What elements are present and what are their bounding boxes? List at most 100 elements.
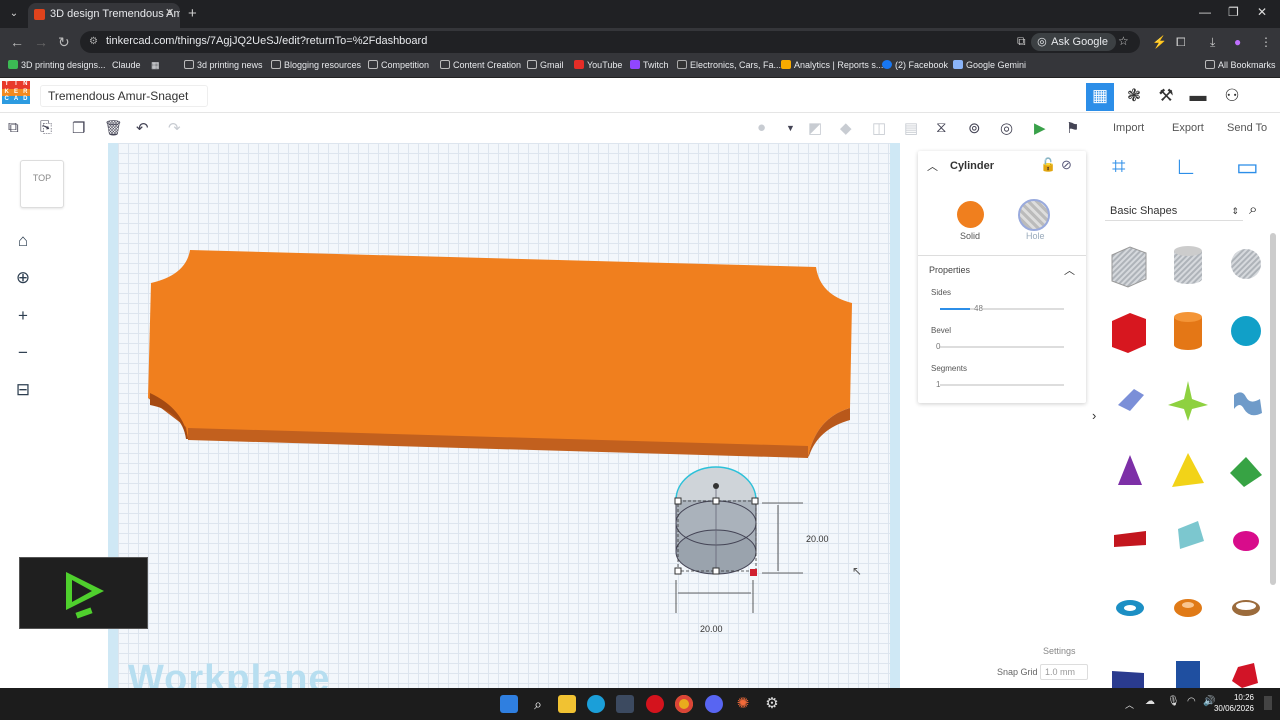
opera-icon[interactable] — [646, 695, 664, 713]
library-scrollbar[interactable] — [1270, 233, 1276, 585]
bookmark-content-creation[interactable]: Content Creation — [440, 60, 521, 70]
bookmark-twitch[interactable]: Twitch — [630, 60, 669, 70]
bookmark-blogging-resources[interactable]: Blogging resources — [271, 60, 361, 70]
address-bar[interactable]: ⚙ tinkercad.com/things/7AgjJQ2UeSJ/edit?… — [80, 31, 1140, 53]
sides-slider[interactable] — [940, 308, 1064, 310]
workplane-tool-icon[interactable]: ▶ — [1034, 119, 1046, 137]
snap-grid-select[interactable]: 1.0 mm — [1040, 664, 1088, 680]
sides-value[interactable]: 48 — [974, 304, 983, 313]
segments-value[interactable]: 1 — [936, 380, 941, 389]
bookmark-gmail[interactable]: Gmail — [527, 60, 564, 70]
open-in-app-icon[interactable]: ⧉ — [1017, 34, 1026, 49]
settings-link[interactable]: Settings — [1043, 646, 1076, 656]
import-button[interactable]: Import — [1113, 122, 1144, 134]
share-user-icon[interactable]: ⚇ — [1218, 83, 1246, 111]
export-button[interactable]: Export — [1172, 122, 1204, 134]
ungroup-icon[interactable]: ◫ — [872, 119, 886, 137]
site-info-icon[interactable]: ⚙ — [89, 36, 98, 47]
tray-expand-icon[interactable]: ︿ — [1125, 698, 1134, 711]
align-icon[interactable]: ▤ — [904, 119, 918, 137]
undo-icon[interactable]: ↶ — [136, 119, 149, 137]
back-arrow-icon[interactable]: ← — [10, 34, 24, 50]
profile-avatar-icon[interactable]: ● — [1234, 35, 1241, 49]
light-bulb-icon[interactable]: ● — [757, 119, 766, 136]
ruler-icon[interactable]: ◎ — [1000, 119, 1013, 137]
windows-taskbar: ⌕ ✺ ⚙ ︿ ☁ 🎙 ◠ 🔊 10:26 30/06/2026 — [0, 688, 1280, 720]
properties-chevron-icon[interactable]: ︿ — [1064, 262, 1075, 278]
blocks-icon[interactable]: ❃ — [1120, 83, 1148, 111]
delete-trash-icon[interactable]: 🗑 — [104, 119, 123, 137]
group-icon[interactable]: ◩ — [808, 119, 822, 137]
forward-arrow-icon[interactable]: → — [34, 34, 48, 50]
bookmark-google-gemini[interactable]: Google Gemini — [953, 60, 1026, 70]
all-bookmarks[interactable]: All Bookmarks — [1205, 60, 1276, 70]
browser-tab[interactable]: 3D design Tremendous Amur-S — [28, 3, 180, 28]
bookmark-electronics[interactable]: Electronics, Cars, Fa... — [677, 60, 781, 70]
apps-grid-icon[interactable]: ▦ — [151, 60, 160, 71]
discord-icon[interactable] — [705, 695, 723, 713]
panel-collapse-chevron-icon[interactable]: › — [1092, 408, 1096, 423]
file-explorer-icon[interactable] — [558, 695, 576, 713]
bookmark-claude[interactable]: Claude — [112, 60, 141, 70]
show-desktop-button[interactable] — [1264, 696, 1272, 710]
mirror-icon[interactable]: ⧖ — [936, 119, 947, 136]
edge-icon[interactable] — [587, 695, 605, 713]
new-tab-icon[interactable]: + — [188, 5, 197, 22]
bookmark-3d-printing-designs[interactable]: 3D printing designs... — [8, 60, 106, 70]
dropdown-chevron-icon[interactable]: ▼ — [786, 123, 795, 133]
microphone-icon[interactable]: 🎙 — [1167, 696, 1180, 707]
close-window-icon[interactable]: ✕ — [1257, 5, 1267, 19]
lock-icon[interactable]: 🔓 — [1040, 157, 1056, 173]
app-burst-icon[interactable]: ✺ — [734, 695, 752, 713]
bookmark-analytics[interactable]: Analytics | Reports s... — [781, 60, 883, 70]
paste-icon[interactable]: ⎘ — [40, 119, 52, 136]
store-icon[interactable] — [616, 695, 634, 713]
collapse-chevron-icon[interactable]: ︿ — [927, 158, 938, 174]
workspace[interactable]: TOP ⌂ ⊕ + − ⊟ ↖ 20.00 20.00 Workplane — [0, 143, 900, 688]
scribble-shape — [1118, 389, 1144, 411]
minimize-icon[interactable]: — — [1199, 5, 1211, 19]
sim-lab-icon[interactable]: ▬ — [1184, 83, 1212, 111]
send-to-button[interactable]: Send To — [1227, 122, 1267, 134]
magnet-icon[interactable]: ⊚ — [968, 119, 981, 137]
copy-icon[interactable]: ⧉ — [8, 119, 19, 136]
height-dimension[interactable]: 20.00 — [806, 534, 829, 544]
width-dimension[interactable]: 20.00 — [700, 624, 723, 634]
notes-icon[interactable]: ⚑ — [1066, 119, 1079, 137]
bookmark-youtube[interactable]: YouTube — [574, 60, 622, 70]
chrome-icon[interactable] — [675, 695, 693, 713]
tray-cloud-icon[interactable]: ☁ — [1145, 696, 1155, 707]
search-icon[interactable]: ⌕ — [529, 695, 547, 713]
segments-slider[interactable] — [940, 384, 1064, 386]
browser-menu-icon[interactable]: ⋮ — [1260, 35, 1272, 49]
reload-icon[interactable]: ↻ — [58, 34, 70, 51]
ask-google-button[interactable]: ◎ Ask Google — [1031, 33, 1116, 51]
bookmark-3d-printing-news[interactable]: 3d printing news — [184, 60, 263, 70]
hide-bulb-icon[interactable]: ⊘ — [1061, 157, 1072, 173]
start-windows-icon[interactable] — [500, 695, 518, 713]
extensions-puzzle-icon[interactable]: ⧠ — [1176, 35, 1186, 50]
redo-icon[interactable]: ↷ — [168, 119, 181, 137]
divider — [918, 255, 1086, 256]
system-clock[interactable]: 10:26 30/06/2026 — [1214, 692, 1254, 714]
brick-icon[interactable]: ⚒ — [1152, 83, 1180, 111]
tab-close-icon[interactable]: ✕ — [165, 6, 174, 19]
duplicate-icon[interactable]: ❐ — [72, 119, 85, 137]
bookmark-star-icon[interactable]: ☆ — [1118, 34, 1129, 48]
download-icon[interactable]: ⤓ — [1210, 35, 1215, 50]
tinkercad-logo[interactable]: T I N K E R C A D — [2, 81, 30, 111]
bookmark-competition[interactable]: Competition — [368, 60, 429, 70]
hole-swatch[interactable] — [1018, 199, 1050, 231]
app-wheel-icon[interactable]: ⚙ — [763, 695, 781, 713]
bevel-slider[interactable] — [940, 346, 1064, 348]
3d-design-view-icon[interactable]: ▦ — [1086, 83, 1114, 111]
solid-color-swatch[interactable] — [957, 201, 984, 228]
bevel-value[interactable]: 0 — [936, 342, 941, 351]
cruise-icon[interactable]: ◆ — [840, 119, 852, 137]
wifi-icon[interactable]: ◠ — [1187, 696, 1196, 707]
design-name-field[interactable]: Tremendous Amur-Snaget — [40, 85, 208, 107]
bookmark-facebook[interactable]: (2) Facebook — [882, 60, 948, 70]
maximize-icon[interactable]: ❐ — [1228, 5, 1239, 19]
tab-search-chevron-icon[interactable]: ⌄ — [6, 6, 22, 22]
extension-icon[interactable]: ⚡ — [1152, 35, 1167, 49]
